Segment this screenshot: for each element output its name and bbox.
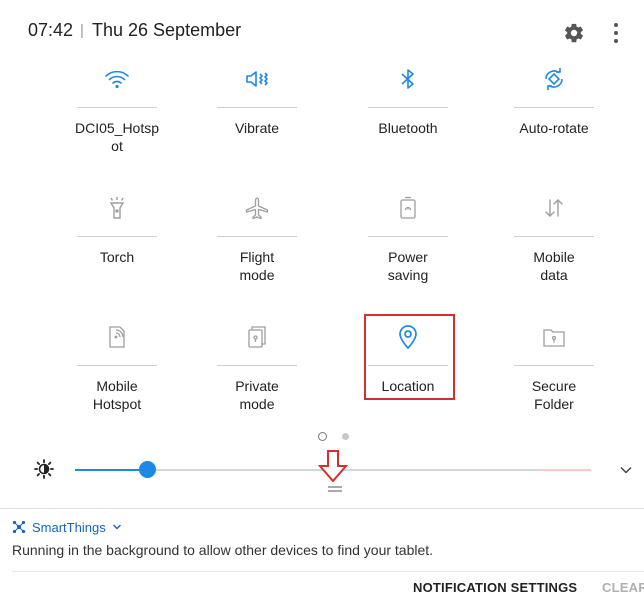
wifi-icon bbox=[102, 64, 132, 94]
chevron-down-icon[interactable] bbox=[618, 462, 634, 478]
notification-settings-button[interactable]: NOTIFICATION SETTINGS bbox=[413, 580, 577, 595]
tile-flight-mode[interactable]: Flight mode bbox=[192, 193, 322, 313]
separator: | bbox=[80, 22, 84, 39]
notification-header[interactable]: SmartThings bbox=[12, 518, 122, 536]
tile-divider bbox=[514, 365, 594, 366]
tile-label: Bluetooth bbox=[378, 120, 438, 136]
gear-icon[interactable] bbox=[563, 22, 585, 44]
tile-power-saving[interactable]: Power saving bbox=[343, 193, 473, 313]
tile-divider bbox=[368, 236, 448, 237]
tile-label: Flight mode bbox=[239, 249, 275, 283]
tile-label: Auto-rotate bbox=[519, 120, 589, 136]
tile-wifi[interactable]: DCI05_Hotsp ot bbox=[52, 64, 182, 184]
drag-handle-icon[interactable] bbox=[327, 485, 343, 493]
section-divider bbox=[0, 508, 644, 509]
torch-icon bbox=[102, 193, 132, 223]
chevron-down-icon[interactable] bbox=[112, 522, 122, 532]
brightness-slider-fill bbox=[75, 469, 148, 471]
tile-divider bbox=[368, 107, 448, 108]
smartthings-icon bbox=[12, 520, 26, 534]
clear-button[interactable]: CLEAR bbox=[602, 580, 644, 595]
more-options-icon[interactable] bbox=[612, 22, 620, 44]
annotation-arrow bbox=[318, 450, 348, 482]
hotspot-icon bbox=[102, 322, 132, 352]
tile-label: Mobile data bbox=[533, 249, 575, 283]
tile-divider bbox=[217, 236, 297, 237]
page-dot bbox=[342, 433, 349, 440]
bluetooth-icon bbox=[393, 64, 423, 94]
tile-divider bbox=[514, 236, 594, 237]
tile-label: DCI05_Hotsp ot bbox=[74, 120, 160, 154]
battery-icon bbox=[393, 193, 423, 223]
highlight-box bbox=[364, 314, 455, 400]
brightness-slider-thumb[interactable] bbox=[138, 461, 156, 478]
date: Thu 26 September bbox=[92, 20, 242, 40]
tile-divider bbox=[77, 365, 157, 366]
tile-private-mode[interactable]: Private mode bbox=[192, 322, 322, 442]
notification-text: Running in the background to allow other… bbox=[12, 542, 434, 558]
tile-divider bbox=[217, 365, 297, 366]
tile-label: Vibrate bbox=[234, 120, 280, 136]
status-bar: 07:42 | Thu 26 September bbox=[0, 0, 644, 60]
vibrate-icon bbox=[242, 64, 272, 94]
slider-end-segment bbox=[540, 469, 591, 471]
tile-label: Mobile Hotspot bbox=[92, 378, 142, 412]
tile-divider bbox=[217, 107, 297, 108]
tile-label: Power saving bbox=[387, 249, 429, 283]
tile-bluetooth[interactable]: Bluetooth bbox=[343, 64, 473, 184]
airplane-icon bbox=[242, 193, 272, 223]
tile-label: Private mode bbox=[235, 378, 279, 412]
tile-mobile-hotspot[interactable]: Mobile Hotspot bbox=[52, 322, 182, 442]
tile-divider bbox=[77, 236, 157, 237]
tile-label: Torch bbox=[99, 249, 135, 265]
tile-auto-rotate[interactable]: Auto-rotate bbox=[489, 64, 619, 184]
tile-vibrate[interactable]: Vibrate bbox=[192, 64, 322, 184]
secure-folder-icon bbox=[539, 322, 569, 352]
tile-divider bbox=[514, 107, 594, 108]
mobile-data-icon bbox=[539, 193, 569, 223]
tile-divider bbox=[77, 107, 157, 108]
private-mode-icon bbox=[242, 322, 272, 352]
tile-mobile-data[interactable]: Mobile data bbox=[489, 193, 619, 313]
notification-app-name: SmartThings bbox=[32, 519, 106, 535]
tile-label: Secure Folder bbox=[531, 378, 577, 412]
tile-secure-folder[interactable]: Secure Folder bbox=[489, 322, 619, 442]
page-dot-active bbox=[318, 432, 327, 441]
tile-torch[interactable]: Torch bbox=[52, 193, 182, 313]
footer-divider bbox=[12, 571, 644, 572]
clock: 07:42 bbox=[28, 20, 74, 40]
auto-rotate-icon bbox=[539, 64, 569, 94]
brightness-icon bbox=[34, 459, 54, 479]
